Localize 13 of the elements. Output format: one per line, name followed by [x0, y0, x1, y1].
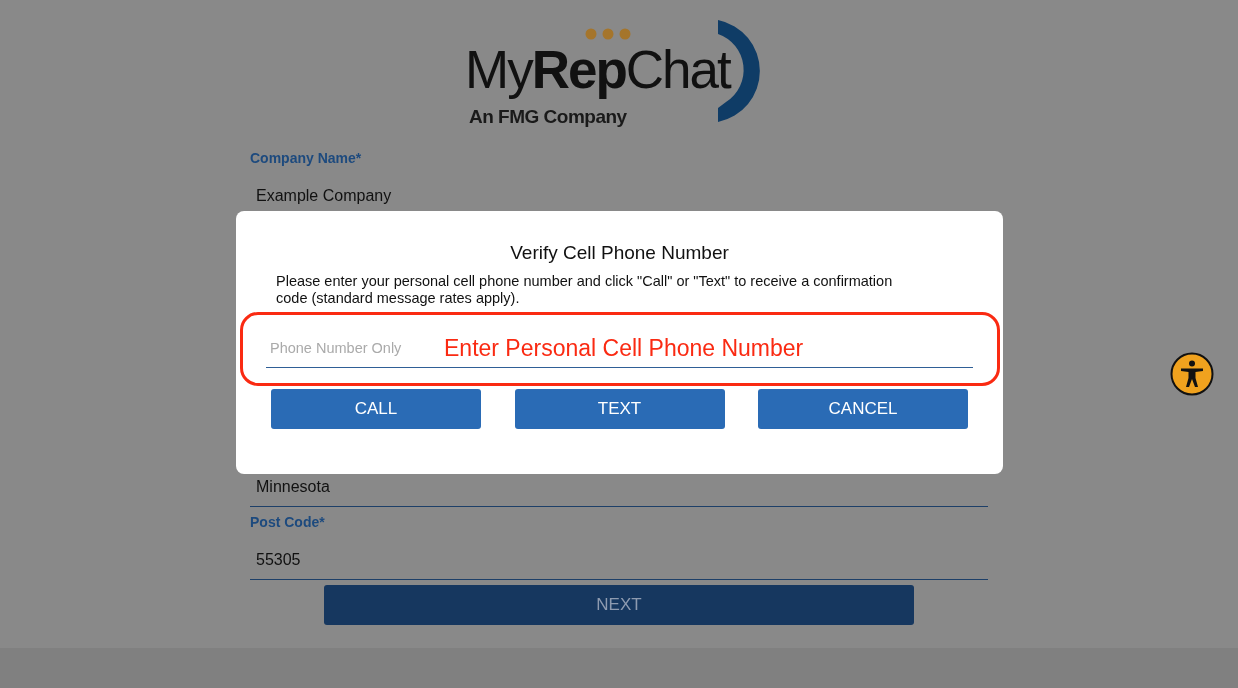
dialog-button[interactable]: TEXT — [514, 389, 725, 429]
accessibility-icon[interactable] — [1170, 352, 1214, 396]
logo-wordmark: MyRepChat — [465, 40, 730, 100]
annotation-text: Enter Personal Cell Phone Number — [444, 335, 804, 361]
dots-icon — [585, 28, 631, 40]
dialog-title: Verify Cell Phone Number — [509, 241, 730, 265]
text-field[interactable]: 55305 — [250, 532, 988, 580]
field-label: Company Name* — [250, 149, 363, 168]
field-label: Post Code* — [250, 513, 326, 532]
logo-tagline: An FMG Company — [469, 106, 627, 128]
dialog-button[interactable]: CANCEL — [758, 389, 968, 429]
dialog-message: Please enter your personal cell phone number and click "Call" or "Text" to receive a confirmation code (standard message rates apply). — [275, 273, 894, 307]
dialog-button[interactable]: CALL — [271, 389, 481, 429]
